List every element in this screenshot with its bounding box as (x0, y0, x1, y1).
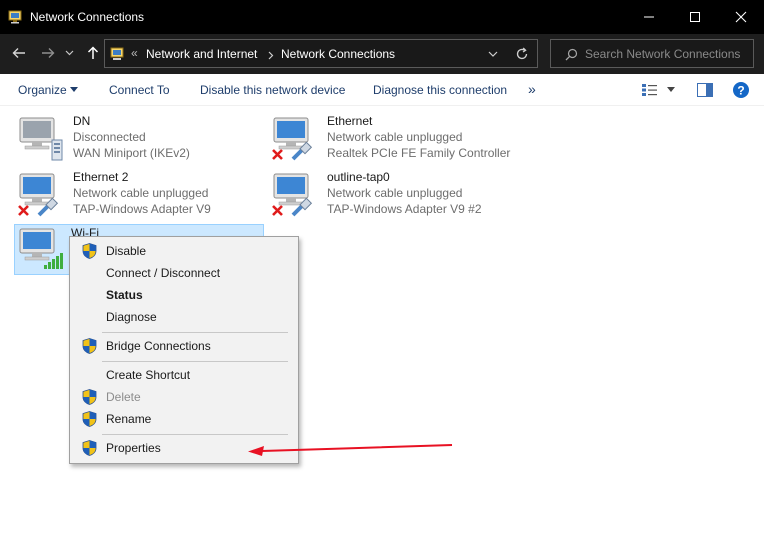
menu-item-label: Status (106, 288, 143, 302)
network-adapter-icon (18, 173, 59, 217)
up-button[interactable] (82, 42, 104, 64)
minimize-button[interactable] (626, 0, 672, 34)
chevron-down-icon (65, 50, 73, 56)
menu-item-label: Disable (106, 244, 147, 258)
preview-pane-icon[interactable] (697, 83, 713, 97)
organize-button[interactable]: Organize (18, 83, 67, 97)
chevron-right-icon[interactable] (268, 51, 274, 60)
network-location-icon (110, 47, 124, 60)
uac-shield-icon (82, 243, 97, 259)
menu-item-create-shortcut[interactable]: Create Shortcut (72, 364, 296, 386)
arrow-left-icon (12, 48, 25, 58)
arrow-up-icon (87, 46, 99, 59)
network-connections-app-icon (8, 10, 22, 24)
address-toolbar: « Network and Internet Network Connectio… (0, 34, 764, 74)
connection-status: Disconnected (73, 130, 146, 144)
address-dropdown-icon[interactable] (488, 51, 498, 58)
arrow-right-icon (42, 48, 55, 58)
context-menu: Disable Connect / Disconnect Status Diag… (69, 236, 299, 464)
connection-device: TAP-Windows Adapter V9 (73, 202, 211, 216)
connection-status: Network cable unplugged (73, 186, 209, 200)
connection-name: Ethernet (327, 114, 373, 128)
search-box[interactable] (550, 39, 754, 68)
title-bar: Network Connections (0, 0, 764, 34)
svg-text:?: ? (737, 84, 744, 98)
forward-button[interactable] (37, 42, 59, 64)
minimize-icon (644, 16, 654, 18)
organize-label: Organize (18, 83, 67, 97)
menu-item-label: Delete (106, 390, 141, 404)
connection-item-ethernet-2[interactable]: Ethernet 2 Network cable unplugged TAP-W… (17, 170, 257, 220)
search-input[interactable] (585, 46, 751, 62)
menu-item-label: Diagnose (106, 310, 157, 324)
diagnose-connection-button[interactable]: Diagnose this connection (373, 83, 507, 97)
network-adapter-icon (272, 173, 313, 217)
menu-separator (102, 361, 288, 362)
uac-shield-icon (82, 338, 97, 354)
menu-item-status[interactable]: Status (72, 284, 296, 306)
menu-item-label: Create Shortcut (106, 368, 191, 382)
menu-item-disable[interactable]: Disable (72, 240, 296, 262)
maximize-icon (690, 12, 700, 22)
help-icon[interactable]: ? (732, 81, 750, 99)
search-icon (565, 48, 578, 61)
view-dropdown-icon[interactable] (667, 87, 675, 92)
menu-item-rename[interactable]: Rename (72, 408, 296, 430)
breadcrumb-overflow[interactable]: « (131, 46, 138, 60)
uac-shield-icon (82, 411, 97, 427)
menu-item-label: Properties (106, 441, 161, 455)
refresh-icon[interactable] (515, 47, 529, 61)
maximize-button[interactable] (672, 0, 718, 34)
close-button[interactable] (718, 0, 764, 34)
annotation-arrow (248, 444, 453, 456)
menu-separator (102, 332, 288, 333)
menu-item-diagnose[interactable]: Diagnose (72, 306, 296, 328)
organize-dropdown-icon[interactable] (70, 87, 78, 92)
menu-item-connect-disconnect[interactable]: Connect / Disconnect (72, 262, 296, 284)
menu-item-label: Bridge Connections (106, 339, 211, 353)
menu-item-bridge-connections[interactable]: Bridge Connections (72, 335, 296, 357)
connection-device: TAP-Windows Adapter V9 #2 (327, 202, 482, 216)
network-adapter-icon (19, 117, 63, 161)
wifi-adapter-icon (19, 228, 63, 269)
close-icon (735, 11, 747, 23)
menu-item-delete[interactable]: Delete (72, 386, 296, 408)
connection-name: outline-tap0 (327, 170, 390, 184)
breadcrumb-network-connections[interactable]: Network Connections (281, 47, 395, 61)
connection-item-ethernet[interactable]: Ethernet Network cable unplugged Realtek… (271, 114, 531, 164)
uac-shield-icon (82, 389, 97, 405)
connection-status: Network cable unplugged (327, 130, 463, 144)
menu-separator (102, 434, 288, 435)
menu-item-label: Connect / Disconnect (106, 266, 221, 280)
connection-status: Network cable unplugged (327, 186, 463, 200)
connection-item-outline-tap0[interactable]: outline-tap0 Network cable unplugged TAP… (271, 170, 511, 220)
uac-shield-icon (82, 440, 97, 456)
connection-name: Ethernet 2 (73, 170, 129, 184)
recent-locations-button[interactable] (62, 42, 76, 64)
command-bar: Organize Connect To Disable this network… (0, 74, 764, 106)
menu-item-label: Rename (106, 412, 152, 426)
connection-device: WAN Miniport (IKEv2) (73, 146, 190, 160)
view-options-icon[interactable] (641, 83, 659, 97)
connection-item-dn[interactable]: DN Disconnected WAN Miniport (IKEv2) (17, 114, 257, 164)
breadcrumb-network-and-internet[interactable]: Network and Internet (146, 47, 257, 61)
network-adapter-icon (272, 117, 313, 161)
address-bar[interactable]: « Network and Internet Network Connectio… (104, 39, 538, 68)
more-commands-button[interactable]: » (528, 81, 536, 97)
connection-name: DN (73, 114, 91, 128)
window-title: Network Connections (30, 10, 145, 24)
connect-to-button[interactable]: Connect To (109, 83, 170, 97)
disable-device-button[interactable]: Disable this network device (200, 83, 345, 97)
connection-device: Realtek PCIe FE Family Controller (327, 146, 511, 160)
back-button[interactable] (8, 42, 30, 64)
